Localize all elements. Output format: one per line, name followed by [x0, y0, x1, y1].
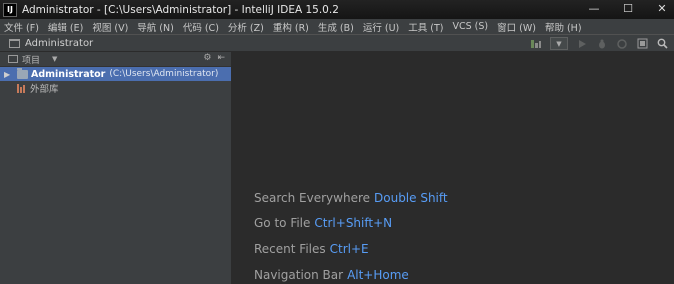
- expand-arrow-icon[interactable]: ▶: [4, 70, 13, 79]
- navigation-bar: Administrator ▼: [0, 34, 674, 52]
- panel-tools: ⚙ ⇤: [203, 53, 225, 63]
- menu-view[interactable]: 视图 (V): [92, 20, 128, 34]
- run-config-dropdown[interactable]: ▼: [550, 37, 568, 50]
- project-tool-window: 项目 ▼ ⚙ ⇤ ▶ Administrator (C:\Users\Admin…: [0, 52, 232, 284]
- hint-shortcut: Double Shift: [374, 191, 448, 205]
- hint-search-everywhere: Search Everywhere Double Shift: [254, 191, 448, 205]
- gear-icon[interactable]: ⚙: [203, 53, 211, 63]
- window-controls: — ☐ ✕: [588, 2, 668, 16]
- hint-shortcut: Ctrl+E: [329, 242, 369, 256]
- menu-refactor[interactable]: 重构 (R): [273, 20, 309, 34]
- window-title: Administrator - [C:\Users\Administrator]…: [22, 3, 339, 16]
- search-icon[interactable]: [656, 38, 668, 50]
- external-libraries-label: 外部库: [30, 84, 59, 95]
- menu-navigate[interactable]: 导航 (N): [137, 20, 174, 34]
- maximize-button[interactable]: ☐: [622, 2, 634, 16]
- tree-root-node[interactable]: ▶ Administrator (C:\Users\Administrator): [0, 67, 231, 81]
- hint-recent-files: Recent Files Ctrl+E: [254, 242, 369, 256]
- hint-label: Search Everywhere: [254, 191, 370, 205]
- hint-label: Navigation Bar: [254, 268, 344, 282]
- hide-panel-icon[interactable]: ⇤: [217, 53, 225, 63]
- tree-root-path: (C:\Users\Administrator): [109, 69, 219, 79]
- tree-external-libraries[interactable]: 外部库: [0, 81, 231, 95]
- title-bar: IJ Administrator - [C:\Users\Administrat…: [0, 0, 674, 19]
- debug-icon[interactable]: [596, 38, 608, 50]
- close-button[interactable]: ✕: [656, 2, 668, 16]
- project-view-icon: [8, 55, 18, 63]
- menu-build[interactable]: 生成 (B): [318, 20, 354, 34]
- menu-code[interactable]: 代码 (C): [183, 20, 219, 34]
- hint-go-to-file: Go to File Ctrl+Shift+N: [254, 216, 392, 230]
- chevron-down-icon[interactable]: ▼: [52, 55, 57, 63]
- project-structure-icon[interactable]: [636, 38, 648, 50]
- menu-run[interactable]: 运行 (U): [363, 20, 399, 34]
- folder-icon: [17, 67, 28, 79]
- project-view-selector[interactable]: 项目: [22, 53, 40, 66]
- coverage-icon[interactable]: [616, 38, 628, 50]
- menu-window[interactable]: 窗口 (W): [497, 20, 536, 34]
- menu-help[interactable]: 帮助 (H): [545, 20, 582, 34]
- build-icon[interactable]: [530, 38, 542, 50]
- breadcrumb-project[interactable]: Administrator: [25, 38, 93, 49]
- main-toolbar: ▼: [530, 36, 668, 51]
- hint-label: Go to File: [254, 216, 311, 230]
- hint-label: Recent Files: [254, 242, 326, 256]
- menu-tools[interactable]: 工具 (T): [408, 20, 443, 34]
- library-icon: [17, 83, 27, 93]
- hint-navigation-bar: Navigation Bar Alt+Home: [254, 268, 409, 282]
- hint-shortcut: Ctrl+Shift+N: [314, 216, 393, 230]
- editor-empty-state: Search Everywhere Double Shift Go to File…: [233, 52, 674, 284]
- project-panel-header: 项目 ▼ ⚙ ⇤: [0, 52, 231, 67]
- menu-bar: 文件 (F) 编辑 (E) 视图 (V) 导航 (N) 代码 (C) 分析 (Z…: [0, 19, 674, 34]
- menu-file[interactable]: 文件 (F): [4, 20, 39, 34]
- intellij-app-icon[interactable]: IJ: [3, 2, 17, 17]
- menu-analyze[interactable]: 分析 (Z): [228, 20, 264, 34]
- tree-root-name: Administrator: [31, 68, 106, 80]
- menu-edit[interactable]: 编辑 (E): [48, 20, 83, 34]
- hint-shortcut: Alt+Home: [347, 268, 409, 282]
- run-icon[interactable]: [576, 38, 588, 50]
- menu-vcs[interactable]: VCS (S): [453, 21, 489, 32]
- minimize-button[interactable]: —: [588, 2, 600, 16]
- folder-icon: [9, 38, 20, 48]
